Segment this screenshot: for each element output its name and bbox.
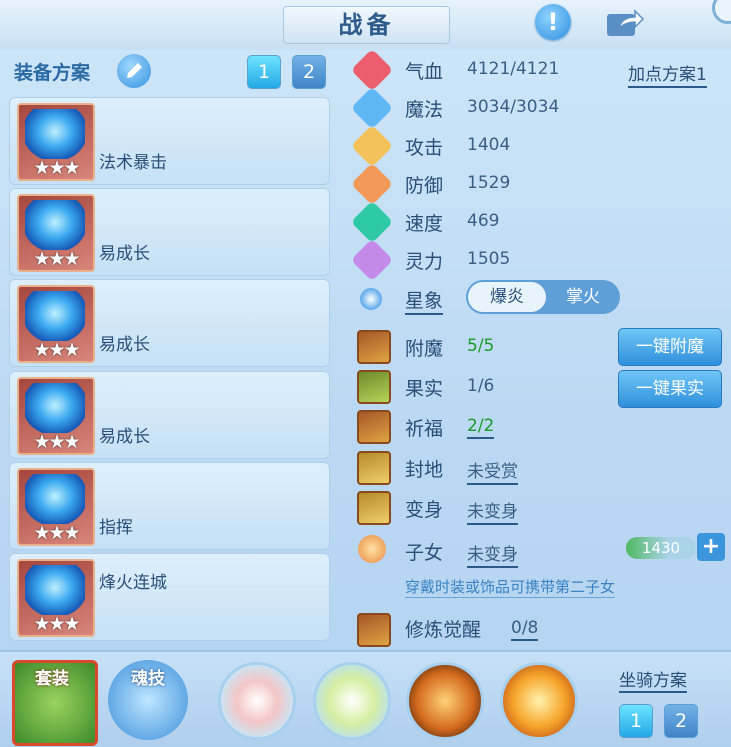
stat-value: 1404 (467, 135, 511, 155)
awaken-value[interactable]: 0/8 (511, 618, 539, 641)
info-icon[interactable]: ! (535, 4, 571, 40)
suit-tab-label: 套装 (35, 669, 69, 689)
addpoint-plan-link[interactable]: 加点方案1 (628, 60, 707, 88)
stat-value: 1529 (467, 173, 511, 193)
skill-slot-4[interactable] (500, 662, 578, 740)
fruit-label: 果实 (405, 378, 444, 400)
mount-plan-label: 坐骑方案 (619, 666, 687, 693)
page-title: 战备 (283, 6, 450, 44)
equip-plan-1-button[interactable]: 1 (247, 55, 281, 89)
child-exp-bar: 1430 (626, 537, 696, 559)
boots-icon: ★★★ (17, 559, 95, 637)
sword-icon (350, 124, 394, 168)
mount-plan-2-button[interactable]: 2 (664, 704, 698, 738)
helmet-icon: ★★★ (17, 194, 95, 272)
equip-plan-2-button[interactable]: 2 (292, 55, 326, 89)
equipment-slot-6[interactable]: ★★★ 烽火连城 (9, 553, 330, 641)
armor-icon: ★★★ (17, 285, 95, 363)
auto-fruit-button[interactable]: 一键果实 (618, 370, 722, 408)
second-child-hint-link[interactable]: 穿戴时装或饰品可携带第二子女 (405, 576, 616, 598)
equipment-effect-label: 法术暴击 (99, 153, 167, 173)
skill-slot-1[interactable] (218, 662, 296, 740)
auto-enchant-button[interactable]: 一键附魔 (618, 328, 722, 366)
child-icon (358, 535, 386, 563)
add-child-exp-button[interactable]: + (697, 533, 725, 561)
fief-icon (357, 451, 391, 485)
fruit-icon (357, 370, 391, 404)
equipment-effect-label: 易成长 (99, 244, 150, 264)
equipment-slot-2[interactable]: ★★★ 易成长 (9, 188, 330, 276)
star-sign-label: 星象 (405, 286, 444, 315)
transform-label: 变身 (405, 499, 444, 521)
mana-icon (350, 86, 394, 130)
awaken-label: 修炼觉醒 (405, 619, 482, 641)
equip-plan-label: 装备方案 (14, 62, 91, 84)
stat-value: 1505 (467, 249, 511, 269)
skill-slot-2[interactable] (313, 662, 391, 740)
fruit-value: 1/6 (467, 376, 495, 396)
transform-icon (357, 491, 391, 525)
star-option-active[interactable]: 爆炎 (468, 282, 546, 312)
enchant-icon (357, 330, 391, 364)
stat-value: 3034/3034 (467, 97, 560, 117)
pencil-icon (127, 63, 142, 78)
belt-icon: ★★★ (17, 468, 95, 546)
stat-name: 速度 (405, 213, 444, 235)
equipment-effect-label: 易成长 (99, 427, 150, 447)
enchant-label: 附魔 (405, 338, 444, 360)
skill-slot-3[interactable] (406, 662, 484, 740)
stat-name: 攻击 (405, 137, 444, 159)
stat-name: 灵力 (405, 251, 444, 273)
blessing-value[interactable]: 2/2 (467, 416, 495, 439)
child-label: 子女 (405, 542, 444, 564)
necklace-icon: ★★★ (17, 377, 95, 455)
blessing-icon (357, 410, 391, 444)
equipment-slot-5[interactable]: ★★★ 指挥 (9, 462, 330, 550)
transform-value[interactable]: 未变身 (467, 497, 518, 525)
spirit-icon (350, 238, 394, 282)
weapon-icon: ★★★ (17, 103, 95, 181)
equipment-slot-3[interactable]: ★★★ 易成长 (9, 279, 330, 367)
heart-icon (350, 48, 394, 92)
shield-icon (350, 162, 394, 206)
stat-name: 气血 (405, 61, 444, 83)
equipment-slot-1[interactable]: ★★★ 法术暴击 (9, 97, 330, 185)
fief-label: 封地 (405, 459, 444, 481)
equipment-effect-label: 易成长 (99, 335, 150, 355)
fief-value[interactable]: 未受赏 (467, 457, 518, 485)
stat-value: 469 (467, 211, 500, 231)
equipment-effect-label: 烽火连城 (99, 573, 167, 593)
mount-plan-1-button[interactable]: 1 (619, 704, 653, 738)
stat-name: 魔法 (405, 99, 444, 121)
child-value[interactable]: 未变身 (467, 540, 518, 568)
speed-icon (350, 200, 394, 244)
enchant-value: 5/5 (467, 336, 495, 356)
share-icon[interactable] (605, 6, 645, 38)
edit-plan-button[interactable] (117, 54, 151, 88)
star-sign-icon (360, 288, 382, 310)
star-option-inactive[interactable]: 掌火 (550, 282, 616, 312)
blessing-label: 祈福 (405, 418, 444, 440)
equipment-effect-label: 指挥 (99, 518, 133, 538)
stat-value: 4121/4121 (467, 59, 560, 79)
stat-name: 防御 (405, 175, 444, 197)
equipment-slot-4[interactable]: ★★★ 易成长 (9, 371, 330, 459)
awaken-icon (357, 613, 391, 647)
soul-skill-tab-label: 魂技 (131, 669, 165, 689)
